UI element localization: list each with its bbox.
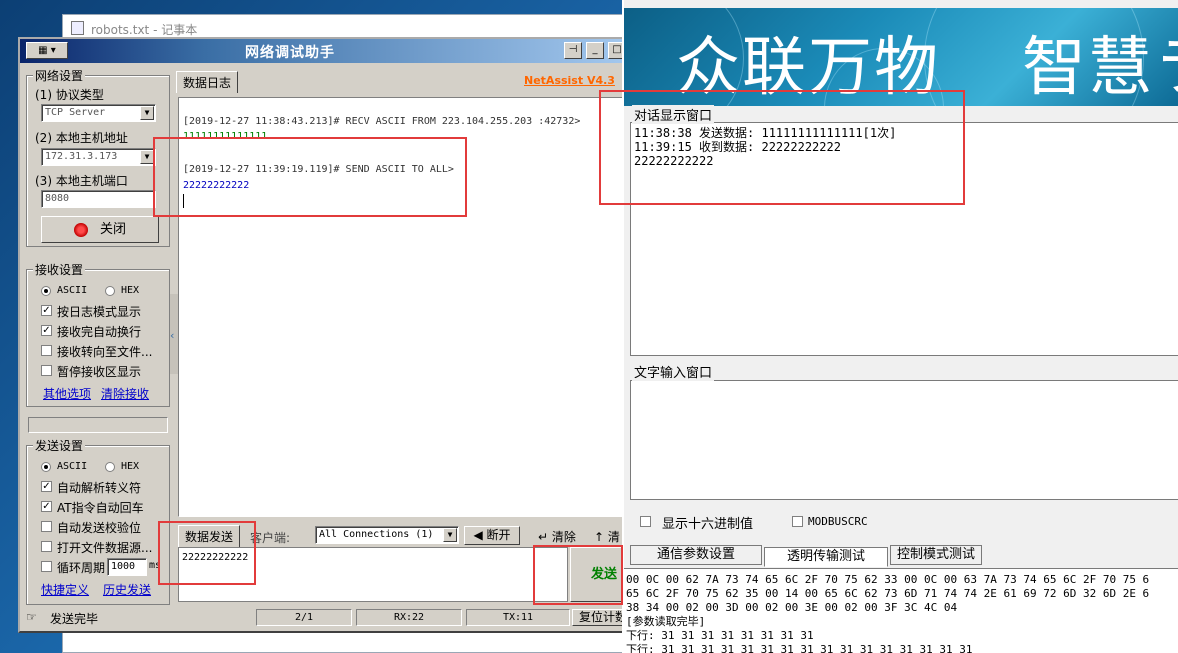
host-label: (2) 本地主机地址: [35, 131, 128, 145]
send-hex-label: HEX: [121, 461, 140, 472]
send-opt3-checkbox[interactable]: [41, 521, 52, 532]
chevron-down-icon[interactable]: ▼: [443, 528, 457, 542]
protocol-select[interactable]: TCP Server ▼: [41, 104, 156, 122]
send-opt4-label: 打开文件数据源...: [57, 541, 153, 555]
highlight-box: [533, 545, 623, 605]
recv-opt1-label: 按日志模式显示: [57, 305, 142, 319]
disconnect-button[interactable]: ◀ 断开: [464, 526, 520, 545]
text-input-panel[interactable]: [630, 380, 1178, 500]
recv-settings-group: 接收设置 ASCII HEX ✓ 按日志模式显示 ✓ 接收完自动换行 接收转向至…: [26, 261, 170, 407]
banner-title-2: 智慧ラ: [1022, 31, 1178, 105]
recv-opt4-checkbox[interactable]: [41, 365, 52, 376]
status-rx: RX:22: [356, 609, 462, 626]
more-options-link[interactable]: 其他选项: [43, 385, 91, 402]
netassist-titlebar[interactable]: ▦ ▾ 网络调试助手 ⊣ _ □: [20, 39, 636, 63]
arrow-left-icon: ◀: [473, 528, 483, 542]
record-icon: [73, 222, 88, 237]
hex-line: 下行: 31 31 31 31 31 31 31 31: [626, 629, 814, 642]
tab-comm-params[interactable]: 通信参数设置: [630, 545, 762, 565]
send-settings-label: 发送设置: [33, 437, 86, 454]
hex-line: 38 34 00 02 00 3D 00 02 00 3E 00 02 00 3…: [626, 601, 958, 614]
hex-display-label: 显示十六进制值: [662, 517, 754, 532]
hex-line: 00 0C 00 62 7A 73 74 65 6C 2F 70 75 62 3…: [626, 573, 1150, 586]
connections-select[interactable]: All Connections (1) ▼: [315, 526, 459, 544]
log-entry-header: [2019-12-27 11:38:43.213]# RECV ASCII FR…: [183, 116, 581, 127]
send-opt4-checkbox[interactable]: [41, 541, 52, 552]
sidebar-collapse-handle[interactable]: ‹: [170, 294, 178, 374]
recv-settings-label: 接收设置: [33, 261, 86, 278]
recv-opt1-checkbox[interactable]: ✓: [41, 305, 52, 316]
send-loop-label: 循环周期: [57, 561, 106, 575]
send-ascii-label: ASCII: [57, 461, 88, 472]
recv-hex-label: HEX: [121, 285, 140, 296]
shortcut-define-link[interactable]: 快捷定义: [41, 581, 89, 598]
modbus-crc-checkbox[interactable]: [792, 516, 803, 527]
loop-period-input[interactable]: 1000: [107, 558, 147, 576]
status-bar: ☞ 发送完毕 2/1 RX:22 TX:11 复位计数: [20, 607, 636, 629]
highlight-box: [599, 90, 965, 205]
window-title: 网络调试助手: [245, 45, 335, 61]
hex-display-checkbox[interactable]: [640, 516, 651, 527]
recv-opt4-label: 暂停接收区显示: [57, 365, 142, 379]
hex-line: [参数读取完毕]: [626, 615, 706, 628]
recv-opt3-label: 接收转向至文件...: [57, 345, 153, 359]
hex-line: 65 6C 2F 70 75 62 35 00 14 00 65 6C 62 7…: [626, 587, 1150, 600]
return-icon: ↵: [538, 530, 549, 544]
divider-panel: [28, 417, 168, 433]
net-settings-label: 网络设置: [33, 67, 86, 84]
recv-ascii-label: ASCII: [57, 285, 88, 296]
recv-opt3-checkbox[interactable]: [41, 345, 52, 356]
tab-data-log[interactable]: 数据日志: [176, 71, 239, 93]
tab-control-mode[interactable]: 控制模式测试: [890, 545, 982, 565]
send-opt2-checkbox[interactable]: ✓: [41, 501, 52, 512]
return-up-icon: ↑: [594, 530, 605, 544]
send-opt3-label: 自动发送校验位: [57, 521, 142, 535]
notepad-title: robots.txt - 记事本: [91, 23, 198, 37]
chevron-left-icon[interactable]: ‹: [170, 329, 174, 342]
hex-line: 下行: 31 31 31 31 31 31 31 31 31 31 31 31 …: [626, 643, 973, 653]
netassist-window[interactable]: ▦ ▾ 网络调试助手 ⊣ _ □ 网络设置 (1) 协议类型 TCP Serve…: [18, 37, 638, 633]
text-input-label: 文字输入窗口: [632, 362, 715, 381]
status-message: 发送完毕: [50, 612, 99, 626]
send-opt1-label: 自动解析转义符: [57, 481, 142, 495]
port-label: (3) 本地主机端口: [35, 174, 128, 188]
recv-opt2-label: 接收完自动换行: [57, 325, 142, 339]
port-input[interactable]: 8080: [41, 190, 156, 208]
clear-recv-link[interactable]: 清除接收: [101, 385, 149, 402]
send-loop-checkbox[interactable]: [41, 561, 52, 572]
send-opt1-checkbox[interactable]: ✓: [41, 481, 52, 492]
protocol-label: (1) 协议类型: [35, 88, 104, 102]
pin-icon[interactable]: ⊣: [564, 42, 582, 59]
send-opt2-label: AT指令自动回车: [57, 501, 144, 515]
chevron-down-icon[interactable]: ▼: [140, 106, 154, 120]
net-settings-group: 网络设置 (1) 协议类型 TCP Server ▼ (2) 本地主机地址 17…: [26, 67, 170, 247]
close-connection-button[interactable]: 关闭: [41, 216, 159, 243]
host-select[interactable]: 172.31.3.173 ▼: [41, 148, 156, 166]
highlight-box: [158, 521, 256, 585]
client-label: 客户端:: [250, 531, 291, 545]
send-ascii-radio[interactable]: [41, 462, 51, 472]
send-hex-radio[interactable]: [105, 462, 115, 472]
highlight-box: [153, 137, 467, 217]
recv-opt2-checkbox[interactable]: ✓: [41, 325, 52, 336]
send-settings-group: 发送设置 ASCII HEX ✓ 自动解析转义符 ✓ AT指令自动回车 自动发送…: [26, 437, 170, 605]
clear-send-button-2[interactable]: ↑ 清: [594, 528, 620, 545]
recv-ascii-radio[interactable]: [41, 286, 51, 296]
recv-hex-radio[interactable]: [105, 286, 115, 296]
status-count: 2/1: [256, 609, 352, 626]
status-tx: TX:11: [466, 609, 570, 626]
clear-send-button[interactable]: ↵ 清除: [538, 528, 576, 545]
modbus-crc-label: MODBUSCRC: [808, 515, 868, 528]
tab-transparent-test[interactable]: 透明传输测试: [764, 547, 888, 567]
status-icon: ☞: [26, 610, 37, 624]
minimize-icon[interactable]: _: [586, 42, 604, 59]
brand-link[interactable]: NetAssist V4.3: [524, 74, 615, 87]
hex-output-area[interactable]: 00 0C 00 62 7A 73 74 65 6C 2F 70 75 62 3…: [624, 568, 1178, 653]
chevron-down-icon[interactable]: ▼: [140, 150, 154, 164]
notepad-icon: [71, 21, 84, 35]
send-history-link[interactable]: 历史发送: [103, 581, 151, 598]
